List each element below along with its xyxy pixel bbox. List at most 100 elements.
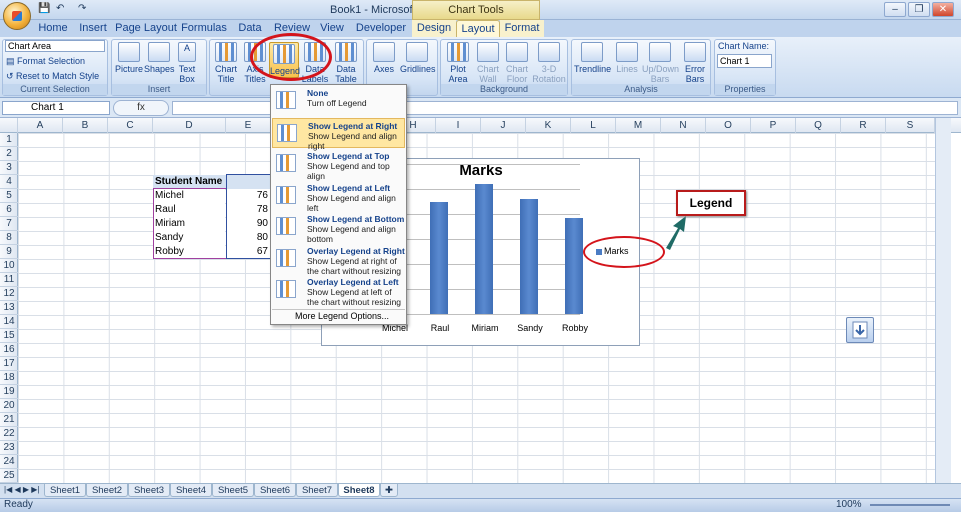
vertical-scrollbar[interactable] [935,118,951,483]
tab-page-layout[interactable]: Page Layout [115,20,177,37]
sheet-tab[interactable]: Sheet2 [86,484,128,497]
column-header[interactable]: N [661,118,706,133]
chart-bar[interactable] [520,198,538,314]
row-header[interactable]: 19 [0,385,18,399]
rotation-button[interactable]: 3-D Rotation [532,42,566,84]
row-header[interactable]: 8 [0,231,18,245]
tab-view[interactable]: View [315,20,349,37]
row-header[interactable]: 13 [0,301,18,315]
column-header[interactable]: E [226,118,271,133]
minimize-button[interactable]: – [884,2,906,17]
sheet-tab[interactable]: Sheet5 [212,484,254,497]
restore-button[interactable]: ❐ [908,2,930,17]
tab-insert[interactable]: Insert [73,20,113,37]
office-button[interactable] [3,2,31,30]
column-header[interactable]: B [63,118,108,133]
column-header[interactable]: R [841,118,886,133]
column-header[interactable]: Q [796,118,841,133]
undo-icon[interactable]: ↶ [56,3,64,17]
save-icon[interactable]: 💾 [38,3,50,17]
column-header[interactable]: K [526,118,571,133]
legend-option[interactable]: Show Legend at Top Show Legend and top al… [272,149,405,181]
zoom-slider[interactable] [870,504,950,506]
chart-floor-button[interactable]: Chart Floor [502,42,532,84]
more-legend-options[interactable]: More Legend Options... [295,311,389,321]
row-header[interactable]: 17 [0,357,18,371]
format-selection-button[interactable]: ▤ Format Selection [6,56,85,67]
chart-element-dropdown[interactable]: Chart Area [5,40,105,52]
column-header[interactable]: P [751,118,796,133]
row-header[interactable]: 9 [0,245,18,259]
select-all-corner[interactable] [0,118,18,133]
redo-icon[interactable]: ↷ [78,3,86,17]
column-header[interactable]: I [436,118,481,133]
textbox-button[interactable]: A Text Box [174,42,200,84]
row-header[interactable]: 20 [0,399,18,413]
legend-option[interactable]: Show Legend at Left Show Legend and align… [272,181,405,213]
name-box[interactable]: Chart 1 [2,101,110,115]
tab-layout[interactable]: Layout [456,20,500,37]
row-header[interactable]: 18 [0,371,18,385]
column-header[interactable]: S [886,118,935,133]
row-header[interactable]: 12 [0,287,18,301]
error-bars-button[interactable]: Error Bars [680,42,710,84]
chart-bar[interactable] [565,217,583,314]
row-header[interactable]: 5 [0,189,18,203]
column-header[interactable]: M [616,118,661,133]
row-header[interactable]: 14 [0,315,18,329]
column-header[interactable]: A [18,118,63,133]
legend-option[interactable]: Overlay Legend at Right Show Legend at ri… [272,244,405,276]
chart-bar[interactable] [430,201,448,314]
chart-name-input[interactable]: Chart 1 [717,54,772,68]
row-header[interactable]: 21 [0,413,18,427]
chart-bar[interactable] [475,184,493,314]
reset-style-button[interactable]: ↺ Reset to Match Style [6,71,99,82]
table-header-student-name[interactable]: Student Name [153,175,226,189]
row-header[interactable]: 7 [0,217,18,231]
row-header[interactable]: 10 [0,259,18,273]
axes-button[interactable]: Axes [369,42,399,74]
tab-developer[interactable]: Developer [354,20,408,37]
row-header[interactable]: 4 [0,175,18,189]
column-header[interactable]: L [571,118,616,133]
row-header[interactable]: 6 [0,203,18,217]
tab-data[interactable]: Data [232,20,268,37]
tab-home[interactable]: Home [33,20,73,37]
row-header[interactable]: 23 [0,441,18,455]
sheet-tab[interactable]: Sheet7 [296,484,338,497]
legend-option[interactable]: Overlay Legend at Left Show Legend at lef… [272,275,405,307]
row-header[interactable]: 1 [0,133,18,147]
tab-design[interactable]: Design [412,20,456,37]
download-icon[interactable] [846,317,874,343]
sheet-tab[interactable]: Sheet6 [254,484,296,497]
lines-button[interactable]: Lines [612,42,642,74]
row-header[interactable]: 25 [0,469,18,483]
sheet-tab[interactable]: Sheet4 [170,484,212,497]
row-header[interactable]: 3 [0,161,18,175]
row-header[interactable]: 2 [0,147,18,161]
gridlines-button[interactable]: Gridlines [400,42,436,74]
insert-function-button[interactable]: fx [113,100,169,116]
row-header[interactable]: 11 [0,273,18,287]
trendline-button[interactable]: Trendline [574,42,611,74]
row-header[interactable]: 15 [0,329,18,343]
legend-option[interactable]: None Turn off Legend [272,86,405,116]
tab-format[interactable]: Format [500,20,544,37]
updown-bars-button[interactable]: Up/Down Bars [642,42,679,84]
column-header[interactable]: J [481,118,526,133]
column-header[interactable]: C [108,118,153,133]
chart-title-button[interactable]: Chart Title [211,42,241,84]
row-header[interactable]: 16 [0,343,18,357]
zoom-level[interactable]: 100% [836,499,862,510]
close-button[interactable]: ✕ [932,2,954,17]
sheet-tab[interactable]: Sheet8 [338,484,380,497]
picture-button[interactable]: Picture [114,42,144,74]
tab-formulas[interactable]: Formulas [180,20,228,37]
sheet-nav-arrows[interactable]: |◀ ◀ ▶ ▶| [4,485,39,494]
legend-option[interactable]: Show Legend at Bottom Show Legend and ali… [272,212,405,244]
column-header[interactable]: O [706,118,751,133]
data-table-button[interactable]: Data Table [331,42,361,84]
plot-area-button[interactable]: Plot Area [443,42,473,84]
column-header[interactable]: D [153,118,226,133]
shapes-button[interactable]: Shapes [144,42,175,74]
